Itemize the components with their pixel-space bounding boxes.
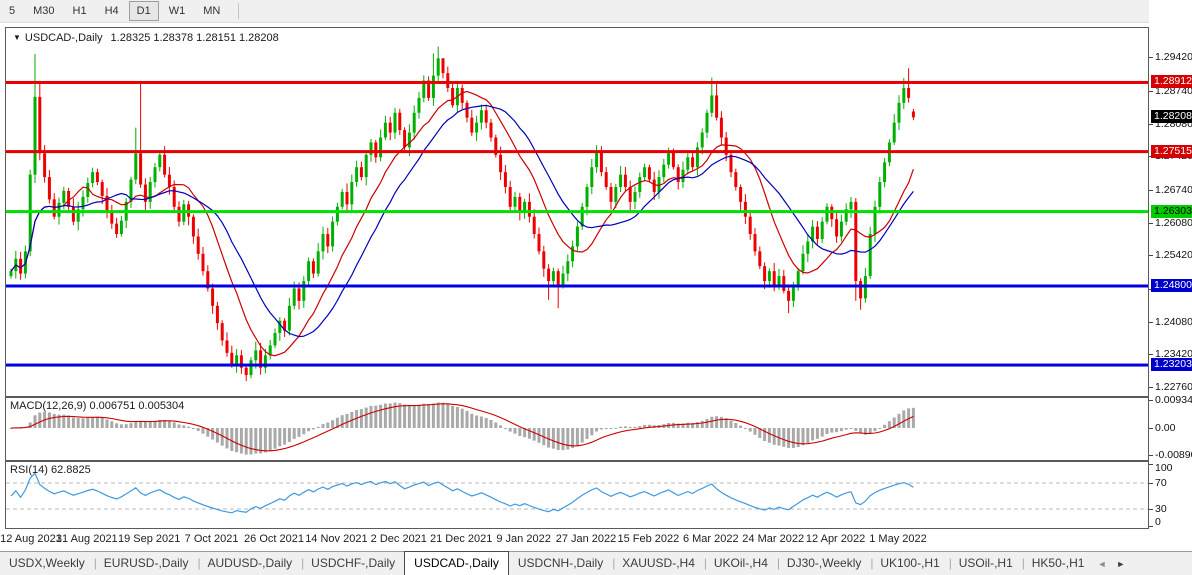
ohlc-quote: 1.28325 1.28378 1.28151 1.28208 xyxy=(111,32,279,44)
toolbar-separator xyxy=(238,3,239,19)
price-tick xyxy=(1149,124,1153,125)
macd-label: MACD(12,26,9) 0.006751 0.005304 xyxy=(10,400,184,412)
price-tick-label: 1.26080 xyxy=(1155,217,1192,229)
rsi-tick-label: 70 xyxy=(1155,477,1167,489)
symbol-period-label: USDCAD-,Daily xyxy=(25,32,103,44)
level-price-badge: 1.27515 xyxy=(1151,145,1192,158)
tab-scroll-left-icon[interactable]: ◄ xyxy=(1097,559,1106,569)
timeframe-button-d1[interactable]: D1 xyxy=(129,1,159,21)
price-tick xyxy=(1149,190,1153,191)
macd-tick-label: 0.00 xyxy=(1155,422,1175,434)
price-scale[interactable]: 1.294201.287401.280801.274201.267401.260… xyxy=(1149,0,1192,549)
timeframe-button-h4[interactable]: H4 xyxy=(97,1,127,21)
macd-tick-label: 0.009345 xyxy=(1155,394,1192,406)
rsi-label: RSI(14) 62.8825 xyxy=(10,464,91,476)
rsi-tick-label: 100 xyxy=(1155,462,1173,474)
tab-scroll-right-icon[interactable]: ► xyxy=(1116,559,1125,569)
tab-uk100-h1[interactable]: UK100-,H1 xyxy=(871,552,948,575)
macd-tick xyxy=(1149,428,1153,429)
tab-usoil-h1[interactable]: USOil-,H1 xyxy=(950,552,1022,575)
macd-tick-label: -0.008902 xyxy=(1155,449,1192,461)
tab-usdx-weekly[interactable]: USDX,Weekly xyxy=(0,552,94,575)
price-tick xyxy=(1149,91,1153,92)
timeframe-button-5[interactable]: 5 xyxy=(1,1,23,21)
tab-audusd-daily[interactable]: AUDUSD-,Daily xyxy=(198,552,301,575)
level-price-badge: 1.24800 xyxy=(1151,279,1192,292)
tab-usdchf-daily[interactable]: USDCHF-,Daily xyxy=(302,552,404,575)
level-price-badge: 1.26303 xyxy=(1151,205,1192,218)
chart-header: ▼ USDCAD-,Daily 1.28325 1.28378 1.28151 1.… xyxy=(13,32,279,44)
tab-usdcad-daily[interactable]: USDCAD-,Daily xyxy=(404,551,509,575)
price-tick-label: 1.24080 xyxy=(1155,316,1192,328)
tab-scroll-nav: ◄► xyxy=(1097,552,1125,575)
tab-usdcnh-daily[interactable]: USDCNH-,Daily xyxy=(509,552,612,575)
macd-tick xyxy=(1149,400,1153,401)
timeframe-button-mn[interactable]: MN xyxy=(195,1,228,21)
rsi-tick xyxy=(1149,509,1153,510)
price-panel[interactable]: ▼ USDCAD-,Daily 1.28325 1.28378 1.28151 1.… xyxy=(5,27,1149,397)
timeframe-toolbar: 5M30H1H4D1W1MN xyxy=(0,0,1192,23)
current-price-badge: 1.28208 xyxy=(1151,110,1192,123)
price-tick xyxy=(1149,57,1153,58)
price-tick xyxy=(1149,322,1153,323)
price-tick xyxy=(1149,223,1153,224)
price-tick-label: 1.29420 xyxy=(1155,51,1192,63)
price-tick-label: 1.26740 xyxy=(1155,184,1192,196)
price-tick-label: 1.25420 xyxy=(1155,249,1192,261)
trading-chart-window: 5M30H1H4D1W1MN ▼ USDCAD-,Daily 1.28325 1.2… xyxy=(0,0,1192,575)
price-tick xyxy=(1149,255,1153,256)
time-axis[interactable]: 12 Aug 202131 Aug 202119 Sep 20217 Oct 2… xyxy=(5,529,1149,549)
price-tick xyxy=(1149,354,1153,355)
level-price-badge: 1.23203 xyxy=(1151,358,1192,371)
rsi-canvas[interactable] xyxy=(6,462,1148,528)
tab-dj30-weekly[interactable]: DJ30-,Weekly xyxy=(778,552,870,575)
rsi-panel[interactable]: RSI(14) 62.8825 xyxy=(5,461,1149,529)
collapse-quote-icon[interactable]: ▼ xyxy=(13,33,21,42)
price-chart-canvas[interactable] xyxy=(6,28,1148,396)
macd-panel[interactable]: MACD(12,26,9) 0.006751 0.005304 xyxy=(5,397,1149,461)
tab-ukoil-h4[interactable]: UKOil-,H4 xyxy=(705,552,777,575)
chart-tab-bar: USDX,Weekly|EURUSD-,Daily|AUDUSD-,Daily|… xyxy=(0,551,1192,575)
rsi-tick-label: 0 xyxy=(1155,516,1161,528)
timeframe-button-m30[interactable]: M30 xyxy=(25,1,62,21)
chart-panels: ▼ USDCAD-,Daily 1.28325 1.28378 1.28151 1.… xyxy=(5,27,1149,549)
tab-hk50-h1[interactable]: HK50-,H1 xyxy=(1023,552,1094,575)
timeframe-button-h1[interactable]: H1 xyxy=(65,1,95,21)
rsi-tick xyxy=(1149,483,1153,484)
rsi-tick-label: 30 xyxy=(1155,503,1167,515)
level-price-badge: 1.28912 xyxy=(1151,75,1192,88)
rsi-tick xyxy=(1149,526,1153,527)
tab-eurusd-daily[interactable]: EURUSD-,Daily xyxy=(95,552,198,575)
tab-xauusd-h4[interactable]: XAUUSD-,H4 xyxy=(613,552,704,575)
price-tick xyxy=(1149,387,1153,388)
price-tick-label: 1.22760 xyxy=(1155,381,1192,393)
rsi-tick xyxy=(1149,464,1153,465)
timeframe-button-w1[interactable]: W1 xyxy=(161,1,194,21)
date-tick-label: 1 May 2022 xyxy=(858,533,938,545)
macd-tick xyxy=(1149,455,1153,456)
